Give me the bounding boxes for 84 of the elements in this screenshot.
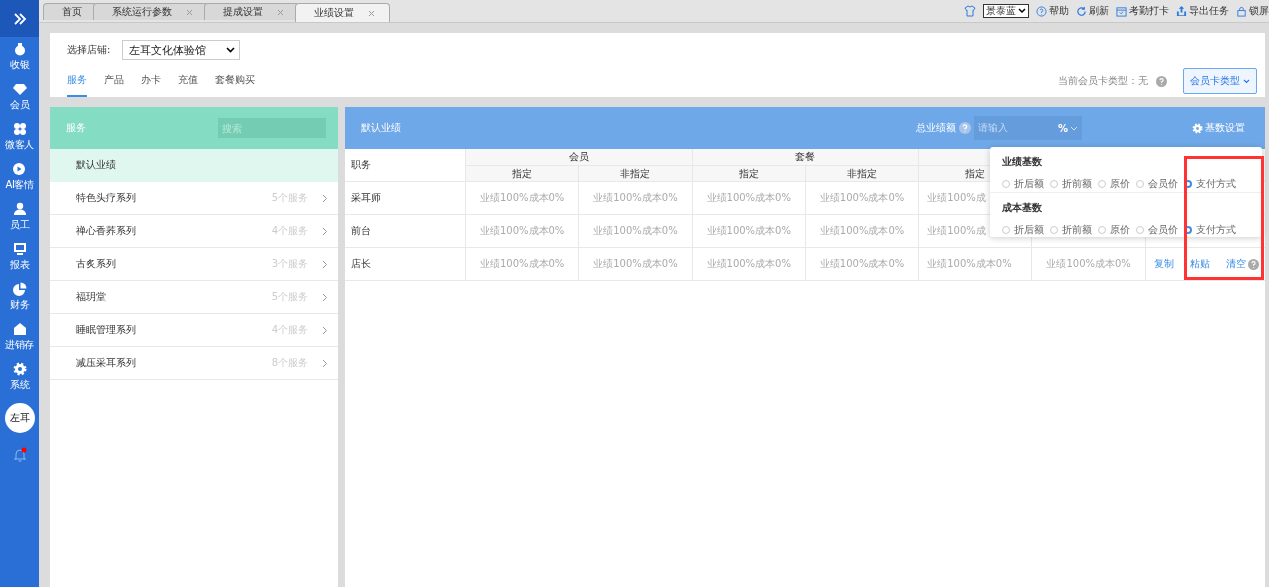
gear-icon (12, 362, 27, 376)
table-link[interactable]: 清空 (1225, 257, 1246, 271)
category-tab[interactable]: 服务 (67, 73, 87, 97)
role-cell: 店长 (345, 248, 465, 281)
toolbar-action[interactable]: 考勤打卡 (1116, 4, 1169, 18)
column-group-header: 会员 (465, 149, 692, 166)
service-category[interactable]: 默认业绩 (50, 149, 338, 182)
money-bag-icon (12, 42, 27, 56)
person-icon (12, 202, 27, 216)
sidebar-item[interactable]: 收银 (10, 37, 29, 77)
gear-icon (1192, 122, 1203, 134)
chevron-right-icon (322, 226, 328, 236)
close-icon[interactable] (368, 9, 375, 17)
close-icon[interactable] (186, 8, 193, 16)
calendar-icon (1116, 5, 1127, 17)
table-link[interactable]: 粘贴 (1189, 257, 1210, 271)
sidebar-item[interactable]: 微客人 (5, 117, 34, 157)
help-icon (1036, 5, 1047, 17)
radio-option[interactable]: 原价 (1098, 177, 1130, 191)
store-select[interactable]: 左耳文化体验馆 (122, 40, 241, 60)
radio-option[interactable]: 折前额 (1050, 223, 1092, 237)
toolbar-action[interactable]: 刷新 (1076, 4, 1109, 18)
house-icon (12, 322, 27, 336)
table-link[interactable]: 复制 (1153, 257, 1174, 271)
current-card-type: 当前会员卡类型：无 (1058, 74, 1148, 88)
column-header: 非指定 (578, 166, 692, 182)
toolbar-action[interactable]: 帮助 (1036, 4, 1069, 18)
column-header: 指定 (465, 166, 579, 182)
caret-icon (1018, 8, 1026, 14)
sidebar-item[interactable]: 进销存 (5, 317, 34, 357)
toolbar-action[interactable]: 锁屏 (1236, 4, 1269, 18)
chevron-down-icon (1243, 78, 1250, 84)
role-cell: 采耳师 (345, 182, 465, 215)
panel-title: 默认业绩 (361, 121, 402, 135)
chevron-right-icon (322, 325, 328, 335)
upload-icon (1176, 5, 1187, 17)
role-cell: 前台 (345, 215, 465, 248)
sidebar-item[interactable]: 员工 (10, 197, 29, 237)
shirt-icon[interactable] (964, 5, 976, 17)
monitor-icon (12, 242, 27, 256)
section-title: 业绩基数 (1002, 155, 1043, 169)
refresh-icon (1076, 5, 1087, 17)
radio-option[interactable]: 原价 (1098, 223, 1130, 237)
radio-option[interactable]: 折前额 (1050, 177, 1092, 191)
sidebar-item[interactable]: 会员 (10, 77, 29, 117)
lock-icon (1236, 5, 1247, 17)
sidebar-item[interactable]: 报表 (10, 237, 29, 277)
radio-option[interactable]: 会员价 (1136, 177, 1178, 191)
close-icon[interactable] (277, 8, 284, 16)
toolbar-action[interactable]: 导出任务 (1176, 4, 1229, 18)
chevron-down-icon (226, 47, 236, 53)
column-header: 指定 (691, 166, 805, 182)
help-icon[interactable] (1156, 75, 1167, 87)
play-icon (12, 162, 27, 176)
pie-chart-icon (12, 282, 27, 296)
chevron-right-icon (322, 358, 328, 368)
total-label: 总业绩额 (916, 121, 956, 135)
column-header: 非指定 (804, 166, 919, 182)
panel-title: 服务 (66, 121, 86, 135)
category-tab[interactable]: 办卡 (141, 73, 161, 97)
four-leaf-icon (12, 122, 27, 136)
column-group-header: 套餐 (691, 149, 919, 166)
double-chevron-icon (12, 12, 27, 25)
chevron-right-icon (322, 292, 328, 302)
chevron-right-icon (322, 193, 328, 203)
chevron-down-icon (1070, 125, 1078, 131)
radio-option[interactable]: 会员价 (1136, 223, 1178, 237)
sidebar-item[interactable]: AI客情 (5, 157, 34, 197)
search-field[interactable]: 搜索 (218, 118, 326, 138)
sidebar-item[interactable]: 系统 (10, 357, 29, 397)
category-tab[interactable]: 产品 (104, 73, 124, 97)
page-tab[interactable]: 业绩设置 (295, 3, 390, 22)
category-tab[interactable]: 充值 (178, 73, 198, 97)
avatar[interactable]: 左耳 (4, 403, 35, 433)
theme-select[interactable]: 景泰蓝 (983, 4, 1029, 18)
help-icon[interactable] (959, 122, 971, 134)
store-label: 选择店铺: (67, 43, 111, 57)
category-tab[interactable]: 套餐购买 (215, 73, 255, 97)
card-type-button[interactable]: 会员卡类型 (1183, 68, 1257, 94)
diamond-icon (12, 82, 27, 96)
expand-button[interactable] (0, 0, 39, 37)
help-icon[interactable] (1247, 258, 1259, 270)
sidebar-item[interactable]: 财务 (10, 277, 29, 317)
chevron-right-icon (322, 259, 328, 269)
